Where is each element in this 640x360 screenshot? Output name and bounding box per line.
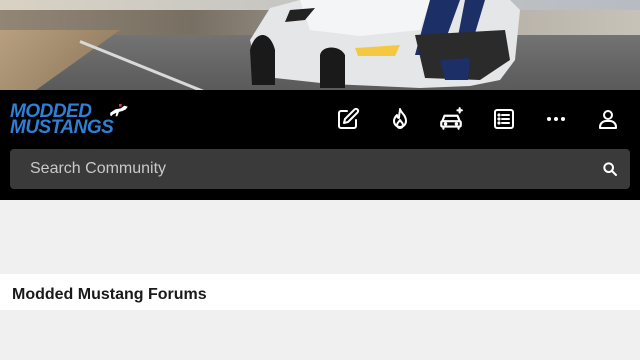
ad-spacer (0, 200, 640, 274)
search-input[interactable] (30, 149, 590, 189)
site-logo[interactable]: MODDED MUSTANGS (10, 102, 130, 138)
list-icon[interactable] (491, 106, 517, 132)
garage-car-icon[interactable] (438, 106, 464, 132)
logo-line2: MUSTANGS (10, 117, 114, 138)
fire-icon[interactable] (387, 106, 413, 132)
user-icon[interactable] (595, 106, 621, 132)
page-title-bar: Modded Mustang Forums (0, 274, 640, 310)
page-title: Modded Mustang Forums (12, 286, 207, 303)
mustang-car-image (250, 0, 520, 88)
hero-banner-image (0, 0, 640, 90)
search-bar (10, 149, 630, 189)
compose-icon[interactable] (335, 106, 361, 132)
more-icon[interactable] (543, 106, 569, 132)
search-icon[interactable] (602, 161, 618, 177)
mustang-horse-icon (110, 104, 128, 117)
